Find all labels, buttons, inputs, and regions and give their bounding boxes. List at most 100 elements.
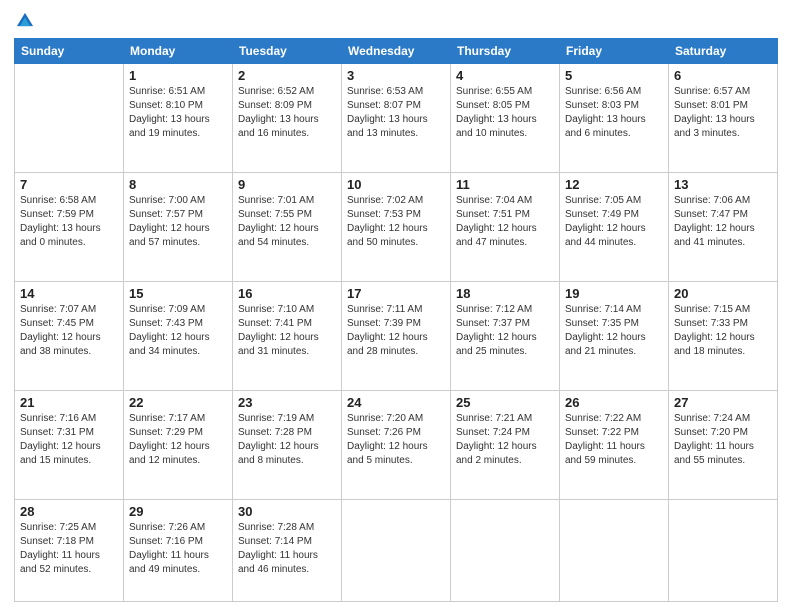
day-info: Sunrise: 7:28 AM Sunset: 7:14 PM Dayligh… [238, 521, 336, 577]
day-info: Sunrise: 6:53 AM Sunset: 8:07 PM Dayligh… [347, 85, 445, 141]
weekday-header-saturday: Saturday [669, 39, 778, 64]
calendar-cell: 10Sunrise: 7:02 AM Sunset: 7:53 PM Dayli… [342, 173, 451, 282]
day-number: 14 [20, 286, 118, 301]
header [14, 10, 778, 32]
day-info: Sunrise: 7:20 AM Sunset: 7:26 PM Dayligh… [347, 412, 445, 468]
calendar-cell: 7 Sunrise: 6:58 AM Sunset: 7:59 PM Daylig… [15, 173, 124, 282]
calendar-cell: 25 Sunrise: 7:21 AM Sunset: 7:24 PM Dayli… [451, 391, 560, 500]
day-number: 21 [20, 395, 118, 410]
day-info: Sunrise: 7:19 AM Sunset: 7:28 PM Dayligh… [238, 412, 336, 468]
weekday-header-wednesday: Wednesday [342, 39, 451, 64]
week-row-2: 7 Sunrise: 6:58 AM Sunset: 7:59 PM Daylig… [15, 173, 778, 282]
day-info: Sunrise: 7:09 AM Sunset: 7:43 PM Dayligh… [129, 303, 227, 359]
calendar-cell: 16Sunrise: 7:10 AM Sunset: 7:41 PM Dayli… [233, 282, 342, 391]
logo-icon [14, 10, 36, 32]
day-number: 22 [129, 395, 227, 410]
weekday-row: SundayMondayTuesdayWednesdayThursdayFrid… [15, 39, 778, 64]
weekday-header-tuesday: Tuesday [233, 39, 342, 64]
day-number: 3 [347, 68, 445, 83]
calendar-cell: 1 Sunrise: 6:51 AM Sunset: 8:10 PM Daylig… [124, 64, 233, 173]
calendar-cell: 5 Sunrise: 6:56 AM Sunset: 8:03 PM Daylig… [560, 64, 669, 173]
day-number: 10 [347, 177, 445, 192]
day-info: Sunrise: 7:26 AM Sunset: 7:16 PM Dayligh… [129, 521, 227, 577]
day-info: Sunrise: 7:15 AM Sunset: 7:33 PM Dayligh… [674, 303, 772, 359]
calendar-cell: 12 Sunrise: 7:05 AM Sunset: 7:49 PM Dayli… [560, 173, 669, 282]
day-info: Sunrise: 7:22 AM Sunset: 7:22 PM Dayligh… [565, 412, 663, 468]
day-number: 30 [238, 504, 336, 519]
calendar-cell: 27 Sunrise: 7:24 AM Sunset: 7:20 PM Dayli… [669, 391, 778, 500]
calendar-body: 1 Sunrise: 6:51 AM Sunset: 8:10 PM Daylig… [15, 64, 778, 602]
calendar-cell: 14 Sunrise: 7:07 AM Sunset: 7:45 PM Dayli… [15, 282, 124, 391]
day-number: 20 [674, 286, 772, 301]
calendar-cell: 8 Sunrise: 7:00 AM Sunset: 7:57 PM Daylig… [124, 173, 233, 282]
week-row-1: 1 Sunrise: 6:51 AM Sunset: 8:10 PM Daylig… [15, 64, 778, 173]
day-info: Sunrise: 7:04 AM Sunset: 7:51 PM Dayligh… [456, 194, 554, 250]
day-info: Sunrise: 7:06 AM Sunset: 7:47 PM Dayligh… [674, 194, 772, 250]
week-row-3: 14 Sunrise: 7:07 AM Sunset: 7:45 PM Dayli… [15, 282, 778, 391]
day-number: 23 [238, 395, 336, 410]
day-info: Sunrise: 6:58 AM Sunset: 7:59 PM Dayligh… [20, 194, 118, 250]
day-number: 17 [347, 286, 445, 301]
calendar-cell: 4 Sunrise: 6:55 AM Sunset: 8:05 PM Daylig… [451, 64, 560, 173]
calendar-cell: 11 Sunrise: 7:04 AM Sunset: 7:51 PM Dayli… [451, 173, 560, 282]
calendar-cell: 18Sunrise: 7:12 AM Sunset: 7:37 PM Dayli… [451, 282, 560, 391]
logo [14, 10, 40, 32]
calendar-cell: 22 Sunrise: 7:17 AM Sunset: 7:29 PM Dayli… [124, 391, 233, 500]
day-number: 5 [565, 68, 663, 83]
day-info: Sunrise: 7:01 AM Sunset: 7:55 PM Dayligh… [238, 194, 336, 250]
calendar-cell: 3 Sunrise: 6:53 AM Sunset: 8:07 PM Daylig… [342, 64, 451, 173]
day-number: 8 [129, 177, 227, 192]
calendar-cell: 21 Sunrise: 7:16 AM Sunset: 7:31 PM Dayli… [15, 391, 124, 500]
calendar-table: SundayMondayTuesdayWednesdayThursdayFrid… [14, 38, 778, 602]
calendar-cell: 17 Sunrise: 7:11 AM Sunset: 7:39 PM Dayli… [342, 282, 451, 391]
day-number: 25 [456, 395, 554, 410]
week-row-5: 28 Sunrise: 7:25 AM Sunset: 7:18 PM Dayli… [15, 500, 778, 602]
day-info: Sunrise: 7:25 AM Sunset: 7:18 PM Dayligh… [20, 521, 118, 577]
calendar-header: SundayMondayTuesdayWednesdayThursdayFrid… [15, 39, 778, 64]
page: SundayMondayTuesdayWednesdayThursdayFrid… [0, 0, 792, 612]
day-number: 9 [238, 177, 336, 192]
day-info: Sunrise: 7:21 AM Sunset: 7:24 PM Dayligh… [456, 412, 554, 468]
day-info: Sunrise: 6:57 AM Sunset: 8:01 PM Dayligh… [674, 85, 772, 141]
weekday-header-thursday: Thursday [451, 39, 560, 64]
calendar-cell: 29Sunrise: 7:26 AM Sunset: 7:16 PM Dayli… [124, 500, 233, 602]
day-number: 27 [674, 395, 772, 410]
weekday-header-monday: Monday [124, 39, 233, 64]
day-info: Sunrise: 6:52 AM Sunset: 8:09 PM Dayligh… [238, 85, 336, 141]
day-info: Sunrise: 7:05 AM Sunset: 7:49 PM Dayligh… [565, 194, 663, 250]
day-number: 28 [20, 504, 118, 519]
day-number: 7 [20, 177, 118, 192]
day-number: 11 [456, 177, 554, 192]
calendar-cell [15, 64, 124, 173]
day-info: Sunrise: 6:55 AM Sunset: 8:05 PM Dayligh… [456, 85, 554, 141]
day-number: 12 [565, 177, 663, 192]
calendar-cell: 19Sunrise: 7:14 AM Sunset: 7:35 PM Dayli… [560, 282, 669, 391]
day-number: 4 [456, 68, 554, 83]
day-info: Sunrise: 7:00 AM Sunset: 7:57 PM Dayligh… [129, 194, 227, 250]
day-number: 15 [129, 286, 227, 301]
day-info: Sunrise: 6:51 AM Sunset: 8:10 PM Dayligh… [129, 85, 227, 141]
day-number: 6 [674, 68, 772, 83]
day-number: 1 [129, 68, 227, 83]
week-row-4: 21 Sunrise: 7:16 AM Sunset: 7:31 PM Dayli… [15, 391, 778, 500]
day-info: Sunrise: 7:12 AM Sunset: 7:37 PM Dayligh… [456, 303, 554, 359]
day-info: Sunrise: 7:17 AM Sunset: 7:29 PM Dayligh… [129, 412, 227, 468]
calendar-cell: 13 Sunrise: 7:06 AM Sunset: 7:47 PM Dayli… [669, 173, 778, 282]
calendar-cell [560, 500, 669, 602]
calendar-cell: 23 Sunrise: 7:19 AM Sunset: 7:28 PM Dayli… [233, 391, 342, 500]
day-info: Sunrise: 7:16 AM Sunset: 7:31 PM Dayligh… [20, 412, 118, 468]
calendar-cell: 9 Sunrise: 7:01 AM Sunset: 7:55 PM Daylig… [233, 173, 342, 282]
day-number: 19 [565, 286, 663, 301]
day-info: Sunrise: 7:07 AM Sunset: 7:45 PM Dayligh… [20, 303, 118, 359]
weekday-header-friday: Friday [560, 39, 669, 64]
day-number: 13 [674, 177, 772, 192]
calendar-cell: 30 Sunrise: 7:28 AM Sunset: 7:14 PM Dayli… [233, 500, 342, 602]
calendar-cell: 28 Sunrise: 7:25 AM Sunset: 7:18 PM Dayli… [15, 500, 124, 602]
day-info: Sunrise: 6:56 AM Sunset: 8:03 PM Dayligh… [565, 85, 663, 141]
day-number: 16 [238, 286, 336, 301]
day-number: 26 [565, 395, 663, 410]
day-info: Sunrise: 7:24 AM Sunset: 7:20 PM Dayligh… [674, 412, 772, 468]
calendar-cell: 20 Sunrise: 7:15 AM Sunset: 7:33 PM Dayli… [669, 282, 778, 391]
day-info: Sunrise: 7:11 AM Sunset: 7:39 PM Dayligh… [347, 303, 445, 359]
calendar-cell [342, 500, 451, 602]
